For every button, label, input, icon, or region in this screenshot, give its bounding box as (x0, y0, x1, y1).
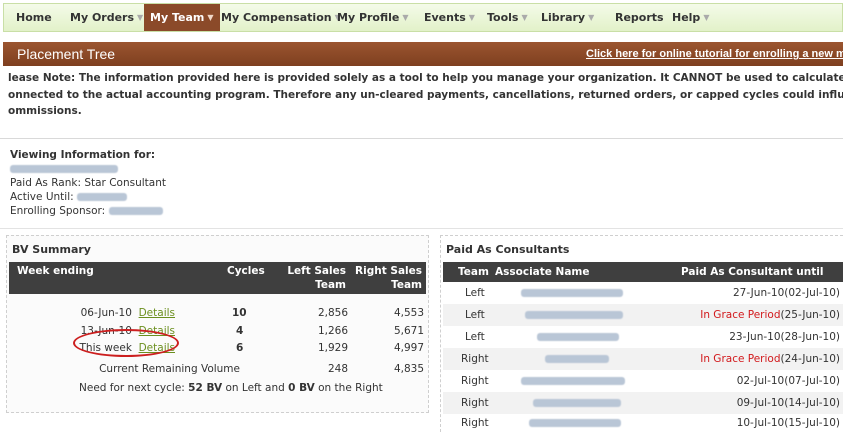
week-ending: 06-Jun-10 Details (80, 307, 175, 319)
viewing-heading: Viewing Information for: (10, 149, 156, 161)
chevron-down-icon: ▼ (468, 13, 475, 22)
team-value: Left (465, 331, 485, 343)
team-value: Right (461, 397, 489, 409)
remaining-right: 4,835 (393, 363, 424, 375)
col-cycles: Cycles (227, 265, 265, 277)
section-header: Placement Tree Click here for online tut… (3, 42, 843, 66)
bv-summary-title: BV Summary (12, 243, 91, 256)
chevron-down-icon: ▼ (207, 13, 214, 22)
next-cycle-need: Need for next cycle: 52 BV on Left and 0… (79, 382, 383, 394)
chevron-down-icon: ▼ (137, 13, 144, 22)
details-link[interactable]: Details (139, 307, 175, 319)
remaining-left: 248 (327, 363, 348, 375)
right-team-value: 4,553 (393, 307, 424, 319)
table-row: Left 27-Jun-10(02-Jul-10) (443, 282, 843, 304)
col-right-team: Team (391, 279, 422, 291)
paid-until-value: 10-Jul-10(15-Jul-10) (736, 417, 840, 429)
col-right-sales: Right Sales (355, 265, 422, 277)
page-title: Placement Tree (17, 46, 116, 62)
col-week-ending: Week ending (17, 265, 94, 277)
nav-tools[interactable]: Tools ▼ (487, 4, 528, 31)
team-value: Right (461, 375, 489, 387)
paid-until-value: 09-Jul-10(14-Jul-10) (736, 397, 840, 409)
associate-name-redacted[interactable] (521, 377, 625, 385)
divider (0, 138, 843, 139)
team-value: Right (461, 417, 489, 429)
rank-value: Star Consultant (84, 177, 166, 189)
nav-events[interactable]: Events ▼ (424, 4, 475, 31)
chevron-down-icon: ▼ (703, 13, 710, 22)
disclaimer-note: lease Note: The information provided her… (8, 70, 843, 120)
viewing-info: Viewing Information for: Paid As Rank: S… (10, 148, 166, 218)
bv-summary-panel: BV Summary Week ending Cycles Left Sales… (6, 235, 429, 413)
associate-name-redacted[interactable] (525, 311, 623, 319)
nav-home[interactable]: Home (16, 4, 52, 31)
table-row: Left 23-Jun-10(28-Jun-10) (443, 326, 843, 348)
paid-as-table-header: Team Associate Name Paid As Consultant u… (443, 262, 843, 282)
left-team-value: 1,266 (317, 325, 348, 337)
right-team-value: 5,671 (393, 325, 424, 337)
nav-my-orders[interactable]: My Orders ▼ (70, 4, 143, 31)
tutorial-link[interactable]: Click here for online tutorial for enrol… (586, 42, 843, 66)
paid-until-value: In Grace Period(24-Jun-10) (700, 353, 840, 365)
col-team: Team (458, 266, 489, 278)
cycles-value: 10 (232, 307, 247, 319)
team-value: Left (465, 287, 485, 299)
associate-name-redacted[interactable] (533, 399, 621, 407)
paid-until-value: In Grace Period(25-Jun-10) (700, 309, 840, 321)
sponsor-line: Enrolling Sponsor: (10, 204, 166, 218)
active-until-line: Active Until: (10, 190, 166, 204)
nav-help[interactable]: Help ▼ (672, 4, 709, 31)
col-left-sales: Left Sales (287, 265, 346, 277)
note-line: lease Note: The information provided her… (8, 72, 843, 84)
paid-until-value: 02-Jul-10(07-Jul-10) (736, 375, 840, 387)
divider (0, 228, 843, 229)
nav-library[interactable]: Library ▼ (541, 4, 594, 31)
nav-reports[interactable]: Reports (615, 4, 664, 31)
associate-name-redacted[interactable] (545, 355, 609, 363)
remaining-label: Current Remaining Volume (99, 363, 240, 375)
paid-as-consultants-panel: Paid As Consultants Team Associate Name … (440, 235, 843, 432)
paid-as-title: Paid As Consultants (446, 243, 570, 256)
note-line: onnected to the actual accounting progra… (8, 88, 843, 101)
bv-table-header: Week ending Cycles Left Sales Team Right… (9, 262, 426, 294)
associate-name-redacted[interactable] (537, 333, 619, 341)
member-name-redacted (10, 162, 166, 176)
note-line: ommissions. (8, 105, 82, 117)
table-row: Right 10-Jul-10(15-Jul-10) (443, 412, 843, 434)
team-value: Left (465, 309, 485, 321)
associate-name-redacted[interactable] (529, 419, 621, 427)
chevron-down-icon: ▼ (402, 13, 409, 22)
nav-my-profile[interactable]: My Profile ▼ (337, 4, 409, 31)
table-row: Right 09-Jul-10(14-Jul-10) (443, 392, 843, 414)
col-left-team: Team (315, 279, 346, 291)
table-row: Right In Grace Period(24-Jun-10) (443, 348, 843, 370)
top-nav: Home My Orders ▼ My Team ▼ My Compensation… (3, 3, 843, 32)
nav-my-compensation[interactable]: My Compensation ▼ (221, 4, 341, 31)
paid-until-value: 27-Jun-10(02-Jul-10) (732, 287, 840, 299)
paid-until-value: 23-Jun-10(28-Jun-10) (729, 331, 840, 343)
chevron-down-icon: ▼ (521, 13, 528, 22)
col-paid-until: Paid As Consultant until (681, 266, 824, 278)
right-team-value: 4,997 (393, 342, 424, 354)
left-team-value: 2,856 (317, 307, 348, 319)
table-row: Left In Grace Period(25-Jun-10) (443, 304, 843, 326)
table-row: Right 02-Jul-10(07-Jul-10) (443, 370, 843, 392)
chevron-down-icon: ▼ (588, 13, 595, 22)
nav-my-team[interactable]: My Team ▼ (144, 4, 220, 31)
cycles-value: 4 (236, 325, 244, 337)
left-team-value: 1,929 (317, 342, 348, 354)
highlight-circle (73, 329, 179, 357)
team-value: Right (461, 353, 489, 365)
cycles-value: 6 (236, 342, 244, 354)
rank-line: Paid As Rank: Star Consultant (10, 177, 166, 189)
associate-name-redacted[interactable] (521, 289, 623, 297)
col-associate-name: Associate Name (495, 266, 590, 278)
